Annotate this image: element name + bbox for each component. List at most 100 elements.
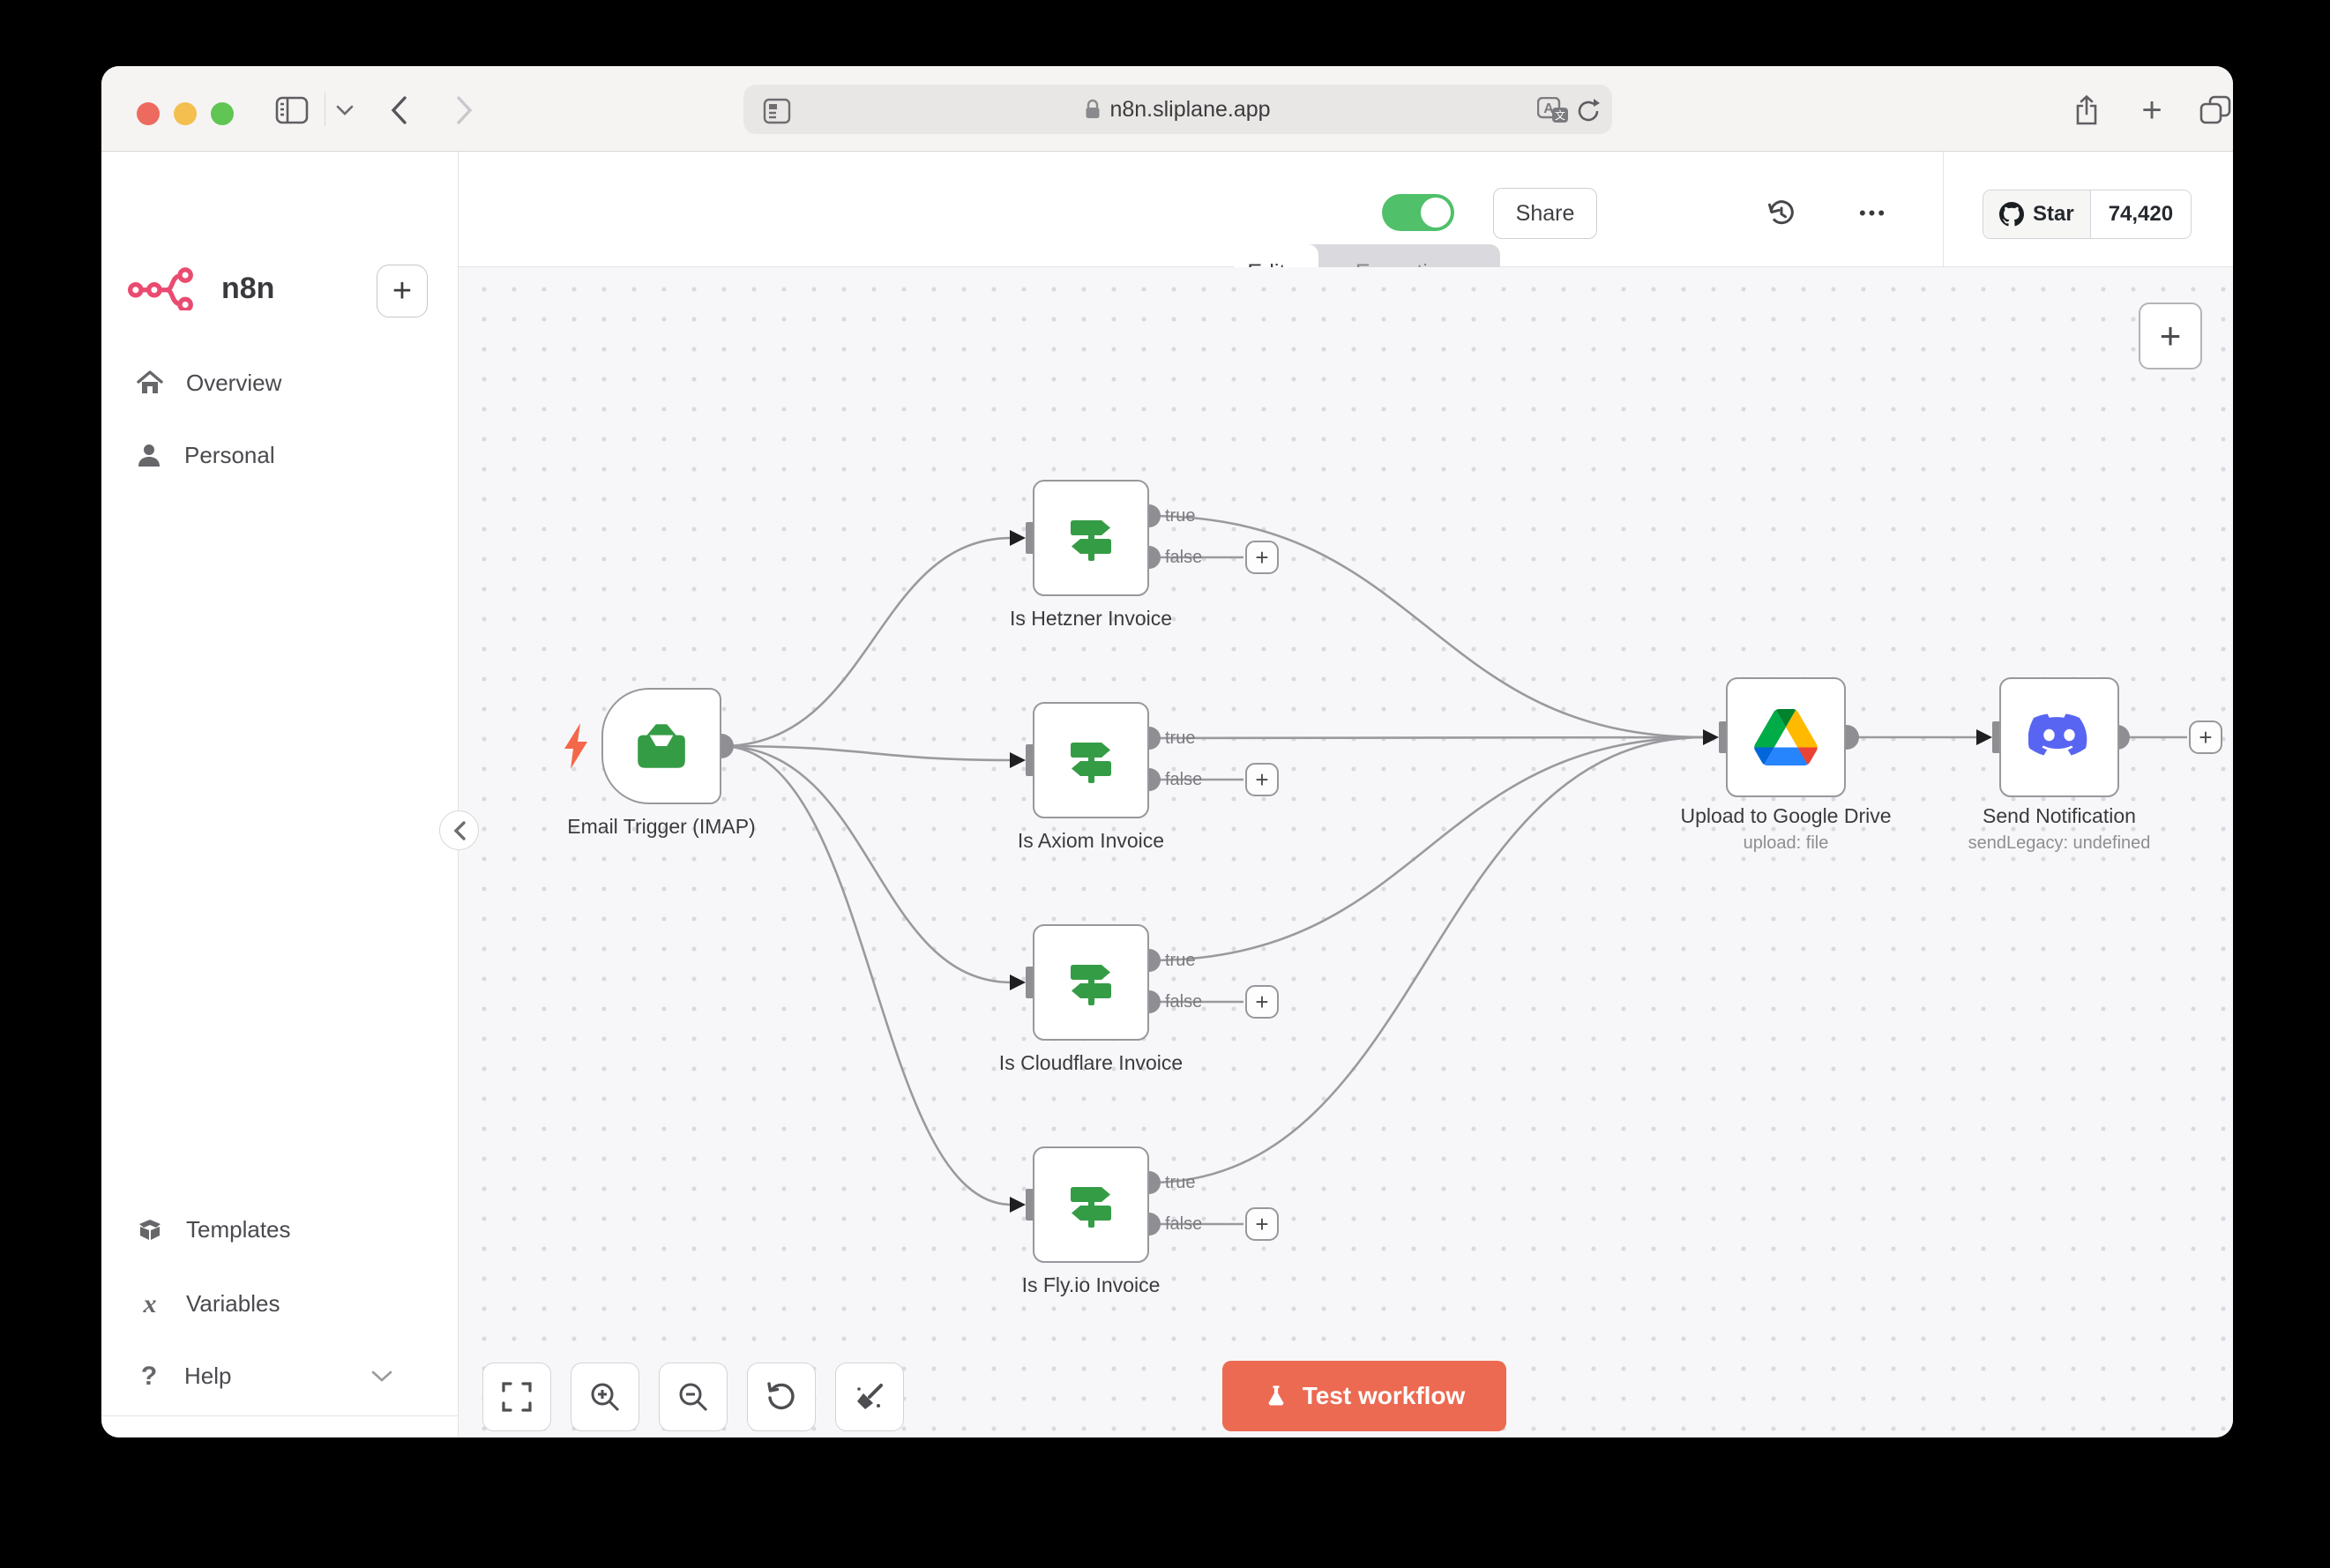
- sidebar-item-overview[interactable]: Overview: [137, 363, 281, 402]
- variable-x-icon: x: [137, 1291, 163, 1316]
- minimize-window-button[interactable]: [174, 102, 197, 125]
- reload-icon[interactable]: [1571, 92, 1606, 131]
- address-bar[interactable]: n8n.sliplane.app A 文: [743, 85, 1612, 134]
- svg-text:?: ?: [141, 1363, 157, 1388]
- node-label: Email Trigger (IMAP): [567, 815, 755, 839]
- browser-window: n8n.sliplane.app A 文 +: [101, 66, 2233, 1437]
- github-icon: [1999, 202, 2024, 227]
- n8n-logo-icon: [128, 266, 205, 310]
- node-label: Is Axiom Invoice: [1018, 829, 1164, 853]
- signpost-icon: [1063, 510, 1119, 566]
- workflow-history-icon[interactable]: [1757, 189, 1806, 238]
- node-caption: Email Trigger (IMAP): [567, 815, 755, 839]
- port-label-true: true: [1165, 506, 1195, 526]
- port-label-false: false: [1165, 992, 1202, 1012]
- node-email-trigger[interactable]: Email Trigger (IMAP): [601, 688, 721, 804]
- signpost-icon: [1063, 732, 1119, 788]
- collapse-sidebar-button[interactable]: [439, 810, 479, 850]
- node-is-hetzner-invoice[interactable]: Is Hetzner Invoice: [1033, 480, 1149, 596]
- port-label-true: true: [1165, 728, 1195, 749]
- toggle-knob: [1421, 198, 1451, 228]
- close-window-button[interactable]: [137, 102, 160, 125]
- inbox-icon: [632, 717, 691, 775]
- active-toggle[interactable]: [1382, 194, 1454, 231]
- input-arrow: [1976, 729, 1992, 745]
- node-caption: Is Axiom Invoice: [1018, 829, 1164, 853]
- tidy-up-button[interactable]: [835, 1363, 904, 1431]
- zoom-to-fit-button[interactable]: [482, 1363, 551, 1431]
- sidebar-item-help[interactable]: ? Help: [137, 1356, 231, 1395]
- sidebar-item-personal[interactable]: Personal: [137, 436, 275, 474]
- port-label-false: false: [1165, 1214, 1202, 1235]
- google-drive-icon: [1754, 709, 1818, 765]
- github-star-button[interactable]: Star: [1983, 190, 2091, 238]
- github-star-widget[interactable]: Star 74,420: [1983, 190, 2192, 239]
- app-sidebar: n8n + Overview Personal Templates: [101, 152, 459, 1437]
- sidebar-item-label: Personal: [184, 442, 275, 469]
- sidebar-item-templates[interactable]: Templates: [137, 1210, 291, 1249]
- question-icon: ?: [137, 1363, 161, 1388]
- node-caption: Is Hetzner Invoice: [1010, 607, 1172, 631]
- connection-trigger-hetzner: [721, 538, 1012, 746]
- forward-button[interactable]: [445, 91, 484, 130]
- header-divider: [1943, 152, 1944, 267]
- port-label-true: true: [1165, 1173, 1195, 1193]
- signpost-icon: [1063, 954, 1119, 1011]
- node-is-axiom-invoice[interactable]: Is Axiom Invoice: [1033, 702, 1149, 818]
- help-chevron-down-icon[interactable]: [371, 1370, 392, 1383]
- node-caption: Is Cloudflare Invoice: [999, 1051, 1183, 1075]
- broom-icon: [855, 1382, 885, 1412]
- add-node-plus-button[interactable]: +: [1245, 985, 1279, 1019]
- add-node-plus-button[interactable]: +: [2189, 721, 2222, 754]
- undo-button[interactable]: [747, 1363, 816, 1431]
- zoom-in-button[interactable]: [571, 1363, 639, 1431]
- node-send-notification[interactable]: Send Notification sendLegacy: undefined: [1999, 677, 2119, 797]
- signpost-icon: [1063, 1176, 1119, 1233]
- add-node-plus-button[interactable]: +: [1245, 1207, 1279, 1241]
- zoom-out-button[interactable]: [659, 1363, 728, 1431]
- connection-cloudflare-drive: [1149, 737, 1705, 960]
- connection-axiom-drive: [1149, 737, 1705, 738]
- tab-overview-icon[interactable]: [2193, 91, 2233, 130]
- node-is-cloudflare-invoice[interactable]: Is Cloudflare Invoice: [1033, 924, 1149, 1041]
- add-workflow-button[interactable]: +: [377, 265, 428, 317]
- box-icon: [137, 1217, 163, 1242]
- share-button[interactable]: Share: [1493, 188, 1597, 239]
- lock-icon: [1085, 99, 1101, 120]
- n8n-logo[interactable]: n8n: [128, 266, 274, 310]
- input-arrow: [1010, 530, 1026, 546]
- node-label: Is Hetzner Invoice: [1010, 607, 1172, 631]
- connection-trigger-cloudflare: [721, 746, 1012, 982]
- add-node-plus-button[interactable]: +: [1245, 763, 1279, 796]
- node-is-flyio-invoice[interactable]: Is Fly.io Invoice: [1033, 1146, 1149, 1263]
- input-arrow: [1010, 1197, 1026, 1213]
- node-label: Upload to Google Drive: [1680, 804, 1891, 828]
- sidebar-item-variables[interactable]: x Variables: [137, 1284, 280, 1323]
- star-label: Star: [2033, 202, 2074, 227]
- github-star-count[interactable]: 74,420: [2091, 190, 2191, 238]
- sidebar-chevron-down-icon[interactable]: [329, 91, 361, 130]
- test-workflow-button[interactable]: Test workflow: [1222, 1361, 1506, 1431]
- logo-text: n8n: [221, 272, 274, 306]
- input-arrow: [1010, 974, 1026, 990]
- test-workflow-label: Test workflow: [1303, 1382, 1466, 1410]
- sidebar-toggle-icon[interactable]: [271, 91, 313, 130]
- port-label-false: false: [1165, 548, 1202, 568]
- more-options-button[interactable]: •••: [1848, 189, 1898, 238]
- node-caption: Upload to Google Drive upload: file: [1680, 804, 1891, 854]
- translate-icon[interactable]: A 文: [1533, 92, 1573, 131]
- svg-text:x: x: [143, 1291, 157, 1316]
- back-button[interactable]: [379, 91, 418, 130]
- node-caption: Send Notification sendLegacy: undefined: [1968, 804, 2151, 854]
- node-upload-google-drive[interactable]: Upload to Google Drive upload: file: [1726, 677, 1846, 797]
- add-node-plus-button[interactable]: +: [1245, 541, 1279, 574]
- node-label: Send Notification: [1968, 804, 2151, 828]
- url-text: n8n.sliplane.app: [1109, 97, 1270, 123]
- share-page-icon[interactable]: [2066, 91, 2107, 130]
- person-icon: [137, 443, 161, 467]
- canvas-add-node-button[interactable]: +: [2139, 302, 2202, 370]
- new-tab-icon[interactable]: +: [2132, 91, 2172, 130]
- node-label: Is Fly.io Invoice: [1022, 1273, 1161, 1297]
- zoom-window-button[interactable]: [211, 102, 234, 125]
- workflow-canvas[interactable]: true false true false true false true fa…: [459, 267, 2233, 1437]
